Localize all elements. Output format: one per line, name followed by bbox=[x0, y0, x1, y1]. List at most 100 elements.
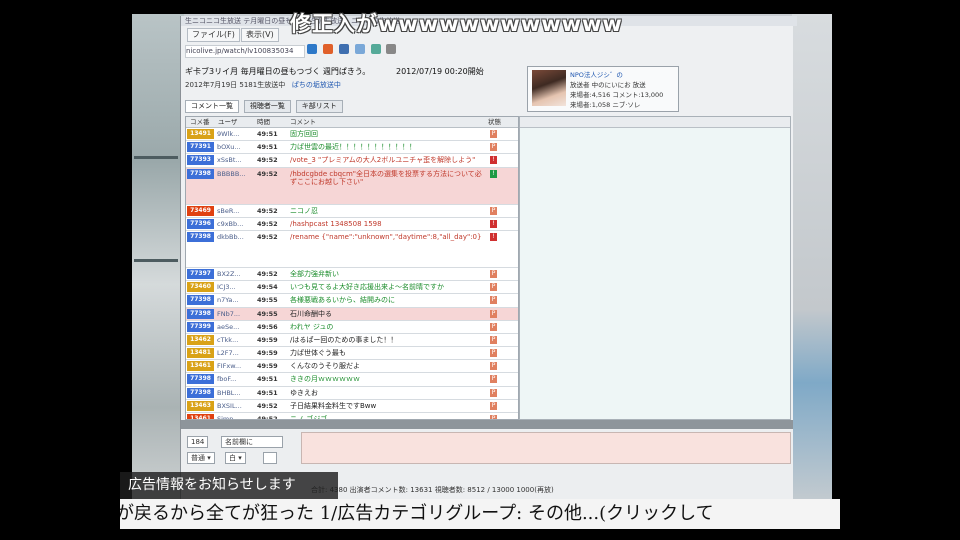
caster-stats: 来場者:1,058 ニブ·ソレ bbox=[570, 101, 641, 109]
comment-text: いつも見てるよ大好き応援出来よ〜名前晴ですか bbox=[290, 283, 444, 292]
table-row[interactable]: 13461 FIFxw... 49:59 くんなのうそり服だよ P bbox=[186, 360, 518, 374]
status-flag: P bbox=[490, 206, 497, 215]
bookmark-icon[interactable] bbox=[354, 44, 365, 54]
side-panel bbox=[519, 116, 791, 420]
header-comment[interactable]: コメント bbox=[290, 117, 316, 127]
comment-table: コメ番 ユーザ 時間 コメント 状態 13491 9Wlk... 49:51 固方回回… bbox=[185, 116, 519, 420]
broadcast-date: 2012/07/19 00:20開始 bbox=[396, 67, 484, 76]
url-field[interactable]: nicolive.jp/watch/lv100835034 bbox=[185, 45, 305, 58]
size-select[interactable]: 普通 ▾ bbox=[187, 452, 215, 464]
rss-icon[interactable] bbox=[322, 44, 333, 54]
comment-number: 13481 bbox=[187, 348, 214, 359]
header-flag[interactable]: 状態 bbox=[488, 117, 501, 127]
status-flag: P bbox=[490, 322, 497, 331]
side-panel-header bbox=[520, 117, 790, 128]
comment-text: 全部力強弁新い bbox=[290, 269, 339, 278]
overlay-comment: 修正入がwwwwwwwwwwww bbox=[290, 12, 623, 36]
comment-time: 49:51 bbox=[257, 375, 278, 384]
status-flag: P bbox=[490, 283, 497, 292]
anonymous-toggle[interactable]: 184 bbox=[187, 436, 209, 448]
table-row[interactable]: 77396 c9xBb... 49:52/hashpcast 1348508 159… bbox=[186, 218, 518, 231]
comment-time: 49:52 bbox=[257, 219, 278, 228]
checkbox[interactable] bbox=[263, 452, 277, 464]
user-id: L2F7... bbox=[217, 349, 239, 358]
table-row[interactable]: 13463 BXSIL... 49:52 子日結果料金料生ですBww P bbox=[186, 400, 518, 413]
tab-comments[interactable]: コメント一覧 bbox=[185, 100, 239, 113]
ad-ticker[interactable]: が戻るから全てが狂った 1/広告カテゴリグループ: その他...(クリックして bbox=[120, 499, 840, 529]
header-time[interactable]: 時間 bbox=[257, 117, 270, 127]
comment-time: 49:52 bbox=[257, 269, 278, 278]
color-select[interactable]: 白 ▾ bbox=[225, 452, 246, 464]
tab-list[interactable]: キ部リスト bbox=[295, 100, 343, 113]
table-row[interactable]: 77398 BHBL... 49:51 ゆきえお P bbox=[186, 387, 518, 400]
table-row[interactable]: 13462 cTkk... 49:59/はるぱー回のための事ました！！ P bbox=[186, 334, 518, 348]
user-id: dkbBb... bbox=[217, 232, 244, 241]
user-id: 9Wlk... bbox=[217, 130, 240, 138]
table-row[interactable]: 77398 dkbBb... 49:52/rename {"name":"unkno… bbox=[186, 231, 518, 268]
twitter-icon[interactable] bbox=[307, 44, 317, 54]
table-row[interactable]: 77399 aeSe... 49:56 われヤ ジュの P bbox=[186, 321, 518, 334]
table-row[interactable]: 13491 9Wlk... 49:51 固方回回 P bbox=[186, 128, 518, 142]
comment-time: 49:52 bbox=[257, 206, 278, 215]
comment-time: 49:52 bbox=[257, 156, 278, 165]
name-select[interactable]: 名前欄に bbox=[221, 436, 283, 448]
user-id: BXSIL... bbox=[217, 401, 242, 410]
table-row[interactable]: 77398 FNb7... 49:55 石川命酬中る P bbox=[186, 307, 518, 321]
table-row[interactable]: 77398 fboF... 49:51 ききの月ｗｗｗｗｗｗ P bbox=[186, 373, 518, 387]
settings-icon[interactable] bbox=[386, 44, 397, 54]
comment-text: /はるぱー回のための事ました！！ bbox=[290, 335, 398, 344]
header-no[interactable]: コメ番 bbox=[190, 117, 210, 127]
table-row[interactable]: 77397 BX2Z... 49:52 全部力強弁新い P bbox=[186, 268, 518, 282]
status-flag: P bbox=[490, 362, 497, 371]
table-row[interactable]: 13481 L2F7... 49:59 力ぱ世体ぐう最も P bbox=[186, 347, 518, 361]
table-row[interactable]: 77398 BBBBB... 49:52/hbdcgbde cbqcm"全日本の選集… bbox=[186, 167, 518, 205]
tab-viewers[interactable]: 視聴者一覧 bbox=[243, 100, 291, 113]
table-row[interactable]: 73469 sBeR... 49:52 ニコノ忍 P bbox=[186, 205, 518, 218]
comment-textbox[interactable] bbox=[301, 432, 791, 464]
comment-text: /hashpcast 1348508 1598 bbox=[290, 219, 382, 228]
app-window: 生ニコニコ生放送 テ月曜日の昼も (ニコ生) 生放送 - ニコニコ生放送 ファイ… bbox=[180, 16, 797, 504]
table-row[interactable]: 13461 Simp... 49:52 ニノ ゴジゴ P bbox=[186, 413, 518, 419]
user-id: ICJ3... bbox=[217, 283, 236, 292]
user-id: FIFxw... bbox=[217, 362, 242, 371]
menu-view[interactable]: 表示(V) bbox=[241, 28, 279, 42]
ad-notice[interactable]: 広告情報をお知らせします bbox=[120, 472, 338, 499]
comment-text: 力ぱ世体ぐう最も bbox=[290, 349, 346, 358]
table-row[interactable]: 77391 bOXu... 49:51 力ぱ世雲の最近！！！！！！！！！！！ P bbox=[186, 141, 518, 155]
table-row[interactable]: 73460 ICJ3... 49:54 いつも見てるよ大好き応援出来よ〜名前晴ですか P bbox=[186, 281, 518, 295]
comment-number: 77398 bbox=[187, 308, 214, 319]
share-icon[interactable] bbox=[338, 44, 349, 54]
caster-panel: NPO法人ジシ゛の 放送者 中のにいにお 放送 来場者:4,516 コメント:1… bbox=[527, 66, 679, 112]
splitter[interactable] bbox=[181, 420, 793, 429]
link-icon[interactable] bbox=[370, 44, 381, 54]
user-id: bOXu... bbox=[217, 143, 241, 152]
status-flag: P bbox=[490, 335, 497, 344]
comment-number: 73469 bbox=[187, 205, 214, 216]
status-flag: P bbox=[490, 269, 497, 278]
table-row[interactable]: 77393 xSsBt... 49:52/vote_3 "プレミアムの大人2ボルユニ… bbox=[186, 154, 518, 168]
user-id: fboF... bbox=[217, 375, 237, 384]
comment-number: 77398 bbox=[187, 374, 214, 385]
community-link[interactable]: ぱちの垢放送中 bbox=[292, 81, 341, 89]
comment-text: ききの月ｗｗｗｗｗｗ bbox=[290, 375, 360, 384]
user-id: xSsBt... bbox=[217, 156, 242, 165]
status-flag: ! bbox=[490, 156, 497, 165]
comment-number: 77398 bbox=[187, 295, 214, 306]
comment-text: くんなのうそり服だよ bbox=[290, 362, 360, 371]
broadcast-meta: 2012年7月19日 5181生放送中 ぱちの垢放送中 bbox=[185, 80, 341, 90]
menu-file[interactable]: ファイル(F) bbox=[187, 28, 240, 42]
status-flag: P bbox=[490, 309, 497, 318]
comment-number: 13461 bbox=[187, 361, 214, 372]
avatar[interactable] bbox=[532, 70, 566, 106]
user-id: BBBBB... bbox=[217, 169, 246, 178]
status-flag: ! bbox=[490, 219, 497, 228]
comment-text: 石川命酬中る bbox=[290, 309, 332, 318]
comment-text: われヤ ジュの bbox=[290, 322, 334, 331]
user-id: n7Ya... bbox=[217, 296, 239, 305]
table-row[interactable]: 77398 n7Ya... 49:55 各様悪戦あるいから、結開みのに P bbox=[186, 294, 518, 308]
header-user[interactable]: ユーザ bbox=[218, 117, 237, 127]
comment-time: 49:52 bbox=[257, 401, 278, 410]
comment-time: 49:54 bbox=[257, 283, 278, 292]
caster-name[interactable]: NPO法人ジシ゛の bbox=[570, 69, 623, 79]
comment-text: ニコノ忍 bbox=[290, 206, 318, 215]
